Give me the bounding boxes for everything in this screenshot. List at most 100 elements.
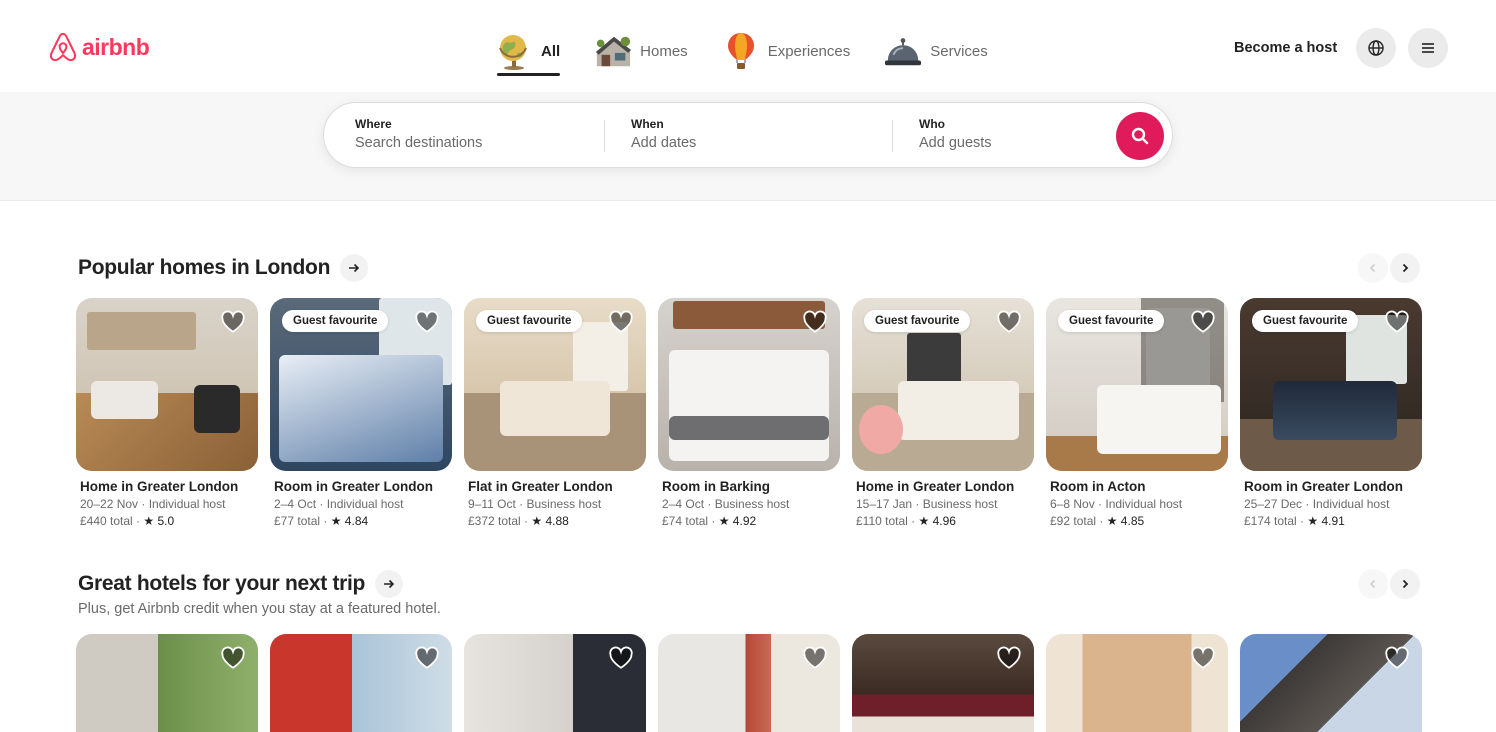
hotel-photo[interactable] <box>76 634 258 732</box>
hotel-photo[interactable] <box>270 634 452 732</box>
become-a-host-link[interactable]: Become a host <box>1222 28 1349 68</box>
great-hotels-heading[interactable]: Great hotels for your next trip <box>78 570 404 598</box>
tab-label: Experiences <box>767 42 851 60</box>
hotel-photo[interactable] <box>1046 634 1228 732</box>
heart-icon[interactable] <box>1190 645 1216 671</box>
who-field[interactable]: Who Add guests <box>919 117 992 151</box>
tab-label: Services <box>930 42 988 60</box>
section-subtitle: Plus, get Airbnb credit when you stay at… <box>78 601 441 617</box>
listing-rating: ★ 4.96 <box>918 514 956 528</box>
when-field[interactable]: When Add dates <box>631 117 696 151</box>
when-input[interactable]: Add dates <box>631 135 696 151</box>
listing-price-rating: £174 total · ★ 4.91 <box>1244 514 1345 528</box>
heart-icon[interactable] <box>414 645 440 671</box>
hotel-card[interactable] <box>852 634 1034 732</box>
listing-dates-host: 9–11 Oct · Business host <box>468 497 602 511</box>
listing-price: £74 total <box>662 514 709 528</box>
main-menu-button[interactable] <box>1408 28 1448 68</box>
listing-photo[interactable]: Guest favourite <box>270 298 452 471</box>
listing-title: Room in Barking <box>662 479 771 494</box>
brand-name: airbnb <box>82 33 150 60</box>
listing-price-rating: £77 total · ★ 4.84 <box>274 514 369 528</box>
globe-outline-icon <box>1368 40 1384 56</box>
listing-dates-host: 15–17 Jan · Business host <box>856 497 998 511</box>
heart-icon[interactable] <box>414 309 440 335</box>
listing-photo[interactable] <box>658 298 840 471</box>
tab-services[interactable]: Services <box>884 26 988 76</box>
chevron-left-icon <box>1369 579 1376 589</box>
listing-photo[interactable]: Guest favourite <box>852 298 1034 471</box>
carousel-prev-button[interactable] <box>1358 569 1388 599</box>
heart-icon[interactable] <box>802 645 828 671</box>
listing-card[interactable]: Guest favourite Room in Acton 6–8 Nov · … <box>1046 298 1228 528</box>
hotel-photo[interactable] <box>852 634 1034 732</box>
listing-rating: ★ 4.84 <box>330 514 369 528</box>
hotel-card[interactable] <box>1046 634 1228 732</box>
who-label: Who <box>919 117 945 131</box>
listing-title: Room in Acton <box>1050 479 1146 494</box>
when-label: When <box>631 117 664 131</box>
listing-card[interactable]: Guest favourite Room in Greater London 2… <box>1240 298 1422 528</box>
heart-icon[interactable] <box>1384 309 1410 335</box>
heart-icon[interactable] <box>220 645 246 671</box>
category-tabs: All Homes Experiences Services <box>495 26 988 76</box>
listing-title: Flat in Greater London <box>468 479 613 494</box>
hotel-card[interactable] <box>270 634 452 732</box>
language-button[interactable] <box>1356 28 1396 68</box>
listing-title: Room in Greater London <box>1244 479 1404 494</box>
search-bar: Where Search destinations When Add dates… <box>323 102 1173 168</box>
search-button[interactable] <box>1116 112 1164 160</box>
listing-card[interactable]: Guest favourite Home in Greater London 1… <box>852 298 1034 528</box>
guest-favourite-badge: Guest favourite <box>1058 310 1165 332</box>
listing-price-rating: £372 total · ★ 4.88 <box>468 514 569 528</box>
listing-photo[interactable]: Guest favourite <box>464 298 646 471</box>
tab-all[interactable]: All <box>495 26 561 76</box>
listing-photo[interactable] <box>76 298 258 471</box>
carousel-prev-button[interactable] <box>1358 253 1388 283</box>
tab-homes[interactable]: Homes <box>594 26 688 76</box>
listing-photo[interactable]: Guest favourite <box>1046 298 1228 471</box>
heart-icon[interactable] <box>608 309 634 335</box>
airbnb-logo[interactable]: airbnb <box>48 31 150 63</box>
hotel-card[interactable] <box>1240 634 1422 732</box>
heart-icon[interactable] <box>996 309 1022 335</box>
where-label: Where <box>355 117 392 131</box>
section-title: Great hotels for your next trip <box>78 572 366 595</box>
heart-icon[interactable] <box>1384 645 1410 671</box>
listing-dates-host: 2–4 Oct · Business host <box>662 497 790 511</box>
hotel-card[interactable] <box>658 634 840 732</box>
listing-card[interactable]: Home in Greater London 20–22 Nov · Indiv… <box>76 298 258 528</box>
chevron-right-icon <box>1402 263 1409 273</box>
hotel-card[interactable] <box>464 634 646 732</box>
heart-icon[interactable] <box>802 309 828 335</box>
listing-rating: ★ 4.92 <box>718 514 757 528</box>
carousel-next-button[interactable] <box>1390 253 1420 283</box>
where-input[interactable]: Search destinations <box>355 135 482 151</box>
tab-label: All <box>541 42 561 60</box>
heart-icon[interactable] <box>1190 309 1216 335</box>
where-field[interactable]: Where Search destinations <box>355 117 482 151</box>
arrow-right-icon[interactable] <box>340 254 369 282</box>
heart-icon[interactable] <box>220 309 246 335</box>
tab-experiences[interactable]: Experiences <box>722 26 851 76</box>
hotels-carousel <box>76 634 1422 732</box>
listing-card[interactable]: Room in Barking 2–4 Oct · Business host … <box>658 298 840 528</box>
section-title: Popular homes in London <box>78 256 331 279</box>
heart-icon[interactable] <box>608 645 634 671</box>
heart-icon[interactable] <box>996 645 1022 671</box>
listing-rating: ★ 5.0 <box>143 514 175 528</box>
who-input[interactable]: Add guests <box>919 135 992 151</box>
hotel-photo[interactable] <box>1240 634 1422 732</box>
listing-card[interactable]: Guest favourite Flat in Greater London 9… <box>464 298 646 528</box>
hot-air-balloon-icon <box>727 33 754 69</box>
search-divider <box>892 120 893 152</box>
hotel-card[interactable] <box>76 634 258 732</box>
arrow-right-icon[interactable] <box>375 570 404 598</box>
hotel-photo[interactable] <box>658 634 840 732</box>
popular-homes-heading[interactable]: Popular homes in London <box>78 254 369 282</box>
hotel-photo[interactable] <box>464 634 646 732</box>
listing-photo[interactable]: Guest favourite <box>1240 298 1422 471</box>
guest-favourite-badge: Guest favourite <box>864 310 971 332</box>
carousel-next-button[interactable] <box>1390 569 1420 599</box>
listing-card[interactable]: Guest favourite Room in Greater London 2… <box>270 298 452 528</box>
